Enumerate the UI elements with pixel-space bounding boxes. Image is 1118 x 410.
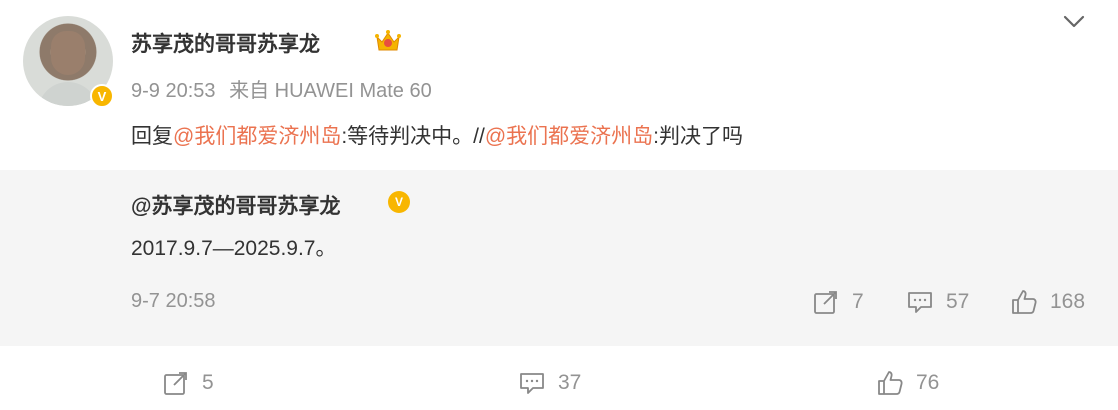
mention-link[interactable]: @我们都爱济州岛 [173, 125, 341, 148]
original-comment-count: 57 [946, 290, 970, 313]
original-repost-button[interactable]: 7 [812, 288, 864, 316]
verified-icon: V [388, 191, 410, 213]
mention-link[interactable]: @我们都爱济州岛 [485, 125, 653, 148]
original-author[interactable]: @苏享茂的哥哥苏享龙 [131, 190, 340, 220]
reply-prefix: 回复 [131, 125, 173, 148]
avatar-shirt [38, 82, 98, 106]
repost-count: 5 [202, 371, 214, 394]
post-text: :等待判决中。// [341, 125, 485, 148]
thumbs-up-icon [878, 371, 903, 395]
post-time[interactable]: 9-9 20:53 [131, 80, 216, 102]
original-repost-count: 7 [852, 290, 864, 313]
post-source: 来自 HUAWEI Mate 60 [229, 80, 432, 102]
crown-icon [375, 30, 401, 51]
share-icon [814, 291, 837, 314]
repost-button[interactable]: 5 [162, 369, 214, 397]
original-like-count: 168 [1050, 290, 1086, 313]
thumbs-up-icon [1012, 290, 1037, 314]
original-text: 2017.9.7—2025.9.7。 [131, 237, 337, 260]
comment-count: 37 [558, 371, 582, 394]
original-comment-button[interactable]: 57 [906, 288, 969, 316]
share-icon [164, 372, 187, 395]
chevron-down-icon[interactable] [1062, 14, 1086, 30]
comment-icon [520, 373, 544, 394]
original-like-button[interactable]: 168 [1010, 288, 1085, 316]
comment-button[interactable]: 37 [518, 369, 581, 397]
author-name[interactable]: 苏享茂的哥哥苏享龙 [131, 28, 320, 58]
verified-badge-icon: V [90, 84, 114, 108]
comment-icon [908, 292, 932, 313]
post-content: 回复@我们都爱济州岛:等待判决中。//@我们都爱济州岛:判决了吗 [131, 120, 743, 150]
like-button[interactable]: 76 [876, 369, 939, 397]
post-meta: 9-9 20:53 来自 HUAWEI Mate 60 [131, 74, 440, 103]
like-count: 76 [916, 371, 940, 394]
post-text: :判决了吗 [653, 125, 744, 148]
avatar-face [51, 31, 85, 75]
original-time[interactable]: 9-7 20:58 [131, 290, 216, 313]
